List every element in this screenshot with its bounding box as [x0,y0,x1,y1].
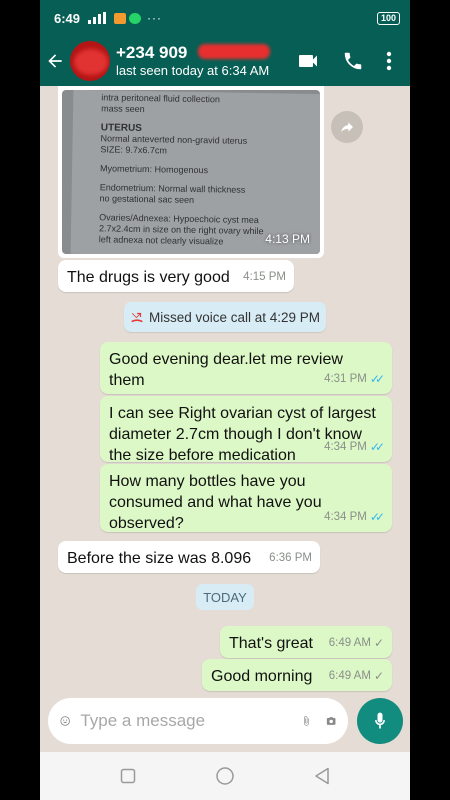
more-notifications-icon: ··· [147,11,163,25]
message-bubble-incoming[interactable]: Before the size was 8.096 6:36 PM [58,541,320,573]
message-meta: 6:49 AM ✓ [329,633,384,654]
message-time: 6:49 AM [328,637,371,649]
message-time: 6:36 PM [269,552,312,564]
scan-report-line: SIZE: 9.7x6.7cm [100,144,168,156]
microphone-icon [375,712,385,729]
phone-icon[interactable] [342,50,364,72]
last-seen-status: last seen today at 6:34 AM [116,62,270,78]
header-actions [296,49,410,73]
status-bar: 6:49 ··· 100 [40,0,410,36]
day-separator: TODAY [196,584,254,610]
voice-record-button[interactable] [357,698,403,744]
message-meta: 4:15 PM [243,267,286,288]
scan-report-document: intra peritoneal fluid collection mass se… [70,90,320,254]
delivered-icon: ✓ [373,669,384,683]
message-notification-icon [114,12,127,24]
share-forward-icon [341,122,353,133]
message-bubble-outgoing[interactable]: I can see Right ovarian cyst of largest … [100,396,392,464]
emoji-icon[interactable] [60,710,70,732]
message-meta: 6:36 PM [269,548,312,569]
contact-info[interactable]: +234 909 last seen today at 6:34 AM [116,43,296,78]
redaction-mark [198,44,270,60]
read-receipt-icon: ✓✓ [369,510,385,524]
message-meta: 6:49 AM ✓ [329,666,384,687]
message-bubble-outgoing[interactable]: That's great 6:49 AM ✓ [220,626,392,658]
message-meta: 4:34 PM ✓✓ [324,507,385,528]
chat-header: +234 909 last seen today at 6:34 AM [40,36,410,86]
message-input[interactable] [80,711,302,731]
scan-report-line: UTERUS [100,122,143,135]
missed-call-notice[interactable]: Missed voice call at 4:29 PM [124,302,326,332]
contact-name: +234 909 [116,43,270,63]
camera-icon[interactable] [326,710,336,732]
missed-call-text: Missed voice call at 4:29 PM [148,309,321,325]
forward-button[interactable] [331,111,363,143]
avatar[interactable] [70,41,110,81]
scan-report-line: left adnexa not clearly visualize [98,234,224,247]
message-time: 6:49 AM [328,670,371,682]
paperclip-icon[interactable] [301,710,311,732]
message-time: 4:13 PM [265,232,310,246]
message-time: 4:34 PM [324,511,367,523]
message-bubble-outgoing[interactable]: How many bottles have you consumed and w… [100,464,392,532]
signal-icon [88,12,110,24]
app-frame: 6:49 ··· 100 +234 909 last seen today at… [40,0,410,800]
scan-report-line: Myometrium: Homogenous [99,163,209,176]
home-icon[interactable] [215,766,235,786]
read-receipt-icon: ✓✓ [369,440,385,454]
more-vert-icon[interactable] [386,51,392,71]
back-nav-icon[interactable] [314,767,330,785]
message-text: I can see Right ovarian cyst of largest … [109,405,376,464]
message-time: 4:31 PM [324,373,367,385]
missed-call-icon [131,312,143,323]
message-list: intra peritoneal fluid collection mass se… [40,86,410,696]
message-bubble-outgoing[interactable]: Good morning 6:49 AM ✓ [202,659,392,691]
videocam-icon[interactable] [296,49,320,73]
whatsapp-notification-icon [129,12,142,24]
status-time: 6:49 [54,10,81,26]
battery-icon: 100 [376,11,400,25]
message-meta: 4:31 PM ✓✓ [324,369,385,390]
arrow-back-icon [48,54,62,68]
system-nav-bar [40,752,410,800]
message-bubble-incoming[interactable]: The drugs is very good 4:15 PM [58,260,294,292]
scan-report-photo: intra peritoneal fluid collection mass se… [62,90,320,254]
scan-report-line: no gestational sac seen [99,193,195,205]
image-message[interactable]: intra peritoneal fluid collection mass se… [58,86,324,258]
scan-report-line: intra peritoneal fluid collection [101,92,220,105]
recent-apps-icon[interactable] [120,768,136,784]
back-button[interactable] [40,36,70,86]
read-receipt-icon: ✓✓ [369,372,385,386]
message-bubble-outgoing[interactable]: Good evening dear.let me review them 4:3… [100,342,392,394]
message-time: 4:15 PM [243,271,286,283]
delivered-icon: ✓ [373,636,384,650]
message-composer [48,698,348,744]
message-time: 4:34 PM [324,441,367,453]
message-meta: 4:34 PM ✓✓ [324,437,385,458]
scan-report-line: mass seen [101,103,145,115]
